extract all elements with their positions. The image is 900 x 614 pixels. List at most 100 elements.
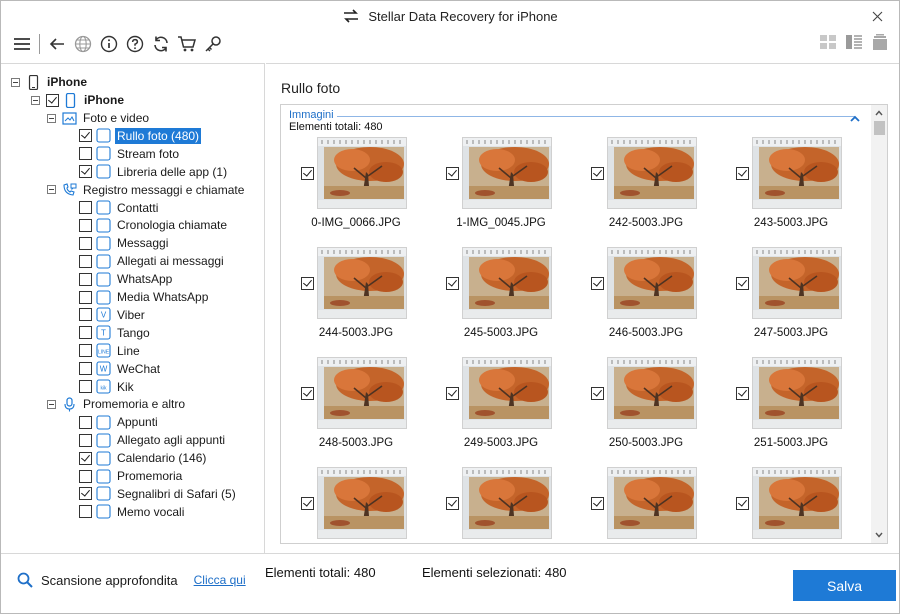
thumbnail-image[interactable]	[462, 357, 552, 429]
tree-root[interactable]: iPhone	[11, 73, 89, 91]
tree-item[interactable]: Promemoria	[79, 467, 184, 485]
thumbnail-checkbox[interactable]	[591, 387, 604, 400]
thumbnail-item[interactable]: 1-IMG_0045.JPG	[426, 137, 571, 242]
tree-item-checkbox[interactable]	[79, 290, 92, 304]
tree-item-checkbox[interactable]	[79, 218, 92, 232]
thumbnail-checkbox[interactable]	[736, 167, 749, 180]
scroll-up-button[interactable]	[871, 105, 887, 121]
tree-item-checkbox[interactable]	[79, 272, 92, 286]
thumbnail-checkbox[interactable]	[446, 497, 459, 510]
thumbnail-image[interactable]	[317, 137, 407, 209]
thumbnail-image[interactable]	[607, 467, 697, 539]
thumbnail-item[interactable]: 248-5003.JPG	[281, 357, 426, 462]
globe-button[interactable]	[70, 32, 96, 56]
thumbnail-image[interactable]	[462, 247, 552, 319]
click-here-link[interactable]: Clicca qui	[194, 573, 246, 587]
thumbnail-checkbox[interactable]	[736, 277, 749, 290]
tree-item-checkbox[interactable]	[79, 505, 92, 519]
tree-item-checkbox[interactable]	[79, 344, 92, 358]
tree-item[interactable]: Allegati ai messaggi	[79, 252, 226, 270]
thumbnail-checkbox[interactable]	[301, 387, 314, 400]
thumbnail-checkbox[interactable]	[446, 277, 459, 290]
tree-item-checkbox[interactable]	[79, 254, 92, 268]
tree-item-checkbox[interactable]	[79, 451, 92, 465]
collapse-icon[interactable]	[47, 113, 56, 123]
thumbnail-item[interactable]: 243-5003.JPG	[716, 137, 861, 242]
tree-item-checkbox[interactable]	[79, 326, 92, 340]
tree-item[interactable]: Media WhatsApp	[79, 288, 210, 306]
tree-item-checkbox[interactable]	[79, 487, 92, 501]
thumbnail-item[interactable]	[716, 467, 861, 543]
close-button[interactable]	[855, 1, 899, 31]
tree-group[interactable]: Registro messaggi e chiamate	[47, 181, 246, 199]
thumbnail-checkbox[interactable]	[736, 387, 749, 400]
tree-item[interactable]: Segnalibri di Safari (5)	[79, 485, 238, 503]
info-button[interactable]	[96, 32, 122, 56]
grid-view-icon[interactable]	[819, 34, 837, 50]
tree-item-checkbox[interactable]	[79, 469, 92, 483]
tree-item[interactable]: Stream foto	[79, 145, 181, 163]
tree-item[interactable]: Allegato agli appunti	[79, 431, 227, 449]
cart-button[interactable]	[174, 32, 200, 56]
tree-item[interactable]: Messaggi	[79, 234, 170, 252]
thumbnail-item[interactable]: 0-IMG_0066.JPG	[281, 137, 426, 242]
thumbnail-image[interactable]	[317, 467, 407, 539]
tree-item[interactable]: T Tango	[79, 324, 152, 342]
refresh-button[interactable]	[148, 32, 174, 56]
thumbnail-image[interactable]	[752, 357, 842, 429]
tree-item[interactable]: WhatsApp	[79, 270, 174, 288]
thumbnail-item[interactable]: 244-5003.JPG	[281, 247, 426, 352]
tree-item[interactable]: Contatti	[79, 199, 160, 217]
tree-item-checkbox[interactable]	[79, 308, 92, 322]
tree-item[interactable]: Cronologia chiamate	[79, 216, 229, 234]
vertical-scrollbar[interactable]	[871, 105, 887, 543]
thumbnail-item[interactable]: 247-5003.JPG	[716, 247, 861, 352]
tree-item[interactable]: W WeChat	[79, 360, 162, 378]
tree-item[interactable]: Memo vocali	[79, 503, 186, 521]
tree-item[interactable]: kik Kik	[79, 378, 136, 396]
thumbnail-image[interactable]	[752, 467, 842, 539]
scroll-down-button[interactable]	[871, 527, 887, 543]
device-checkbox[interactable]	[46, 93, 59, 107]
tree-item[interactable]: Libreria delle app (1)	[79, 163, 229, 181]
tree-item-checkbox[interactable]	[79, 201, 92, 214]
collapse-icon[interactable]	[47, 185, 56, 195]
thumbnail-item[interactable]: 242-5003.JPG	[571, 137, 716, 242]
thumbnail-image[interactable]	[607, 137, 697, 209]
tree-item-checkbox[interactable]	[79, 129, 92, 143]
tree-item-checkbox[interactable]	[79, 236, 92, 250]
thumbnail-image[interactable]	[317, 247, 407, 319]
thumbnail-item[interactable]: 250-5003.JPG	[571, 357, 716, 462]
thumbnail-checkbox[interactable]	[301, 497, 314, 510]
thumbnail-image[interactable]	[752, 247, 842, 319]
collapse-icon[interactable]	[47, 399, 56, 409]
save-button[interactable]: Salva	[793, 570, 896, 601]
tree-item[interactable]: V Viber	[79, 306, 147, 324]
tree-item-checkbox[interactable]	[79, 147, 92, 161]
collapse-icon[interactable]	[11, 77, 20, 87]
thumbnail-checkbox[interactable]	[301, 167, 314, 180]
thumbnail-image[interactable]	[462, 137, 552, 209]
tree-item-checkbox[interactable]	[79, 165, 92, 179]
tree-item-checkbox[interactable]	[79, 362, 92, 376]
thumbnail-image[interactable]	[607, 357, 697, 429]
list-view-icon[interactable]	[845, 34, 863, 50]
activate-button[interactable]	[200, 32, 226, 56]
tree-item[interactable]: Calendario (146)	[79, 449, 208, 467]
thumbnail-checkbox[interactable]	[591, 167, 604, 180]
thumbnail-image[interactable]	[462, 467, 552, 539]
thumbnail-checkbox[interactable]	[591, 497, 604, 510]
stack-view-icon[interactable]	[871, 34, 889, 50]
chevron-up-icon[interactable]	[850, 115, 860, 123]
thumbnail-checkbox[interactable]	[591, 277, 604, 290]
thumbnail-item[interactable]	[281, 467, 426, 543]
tree-device[interactable]: iPhone	[31, 91, 126, 109]
thumbnail-item[interactable]	[571, 467, 716, 543]
thumbnail-item[interactable]: 251-5003.JPG	[716, 357, 861, 462]
collapse-icon[interactable]	[31, 95, 40, 105]
thumbnail-checkbox[interactable]	[446, 387, 459, 400]
tree-group[interactable]: Foto e video	[47, 109, 151, 127]
thumbnail-item[interactable]: 245-5003.JPG	[426, 247, 571, 352]
thumbnail-image[interactable]	[607, 247, 697, 319]
thumbnail-item[interactable]	[426, 467, 571, 543]
